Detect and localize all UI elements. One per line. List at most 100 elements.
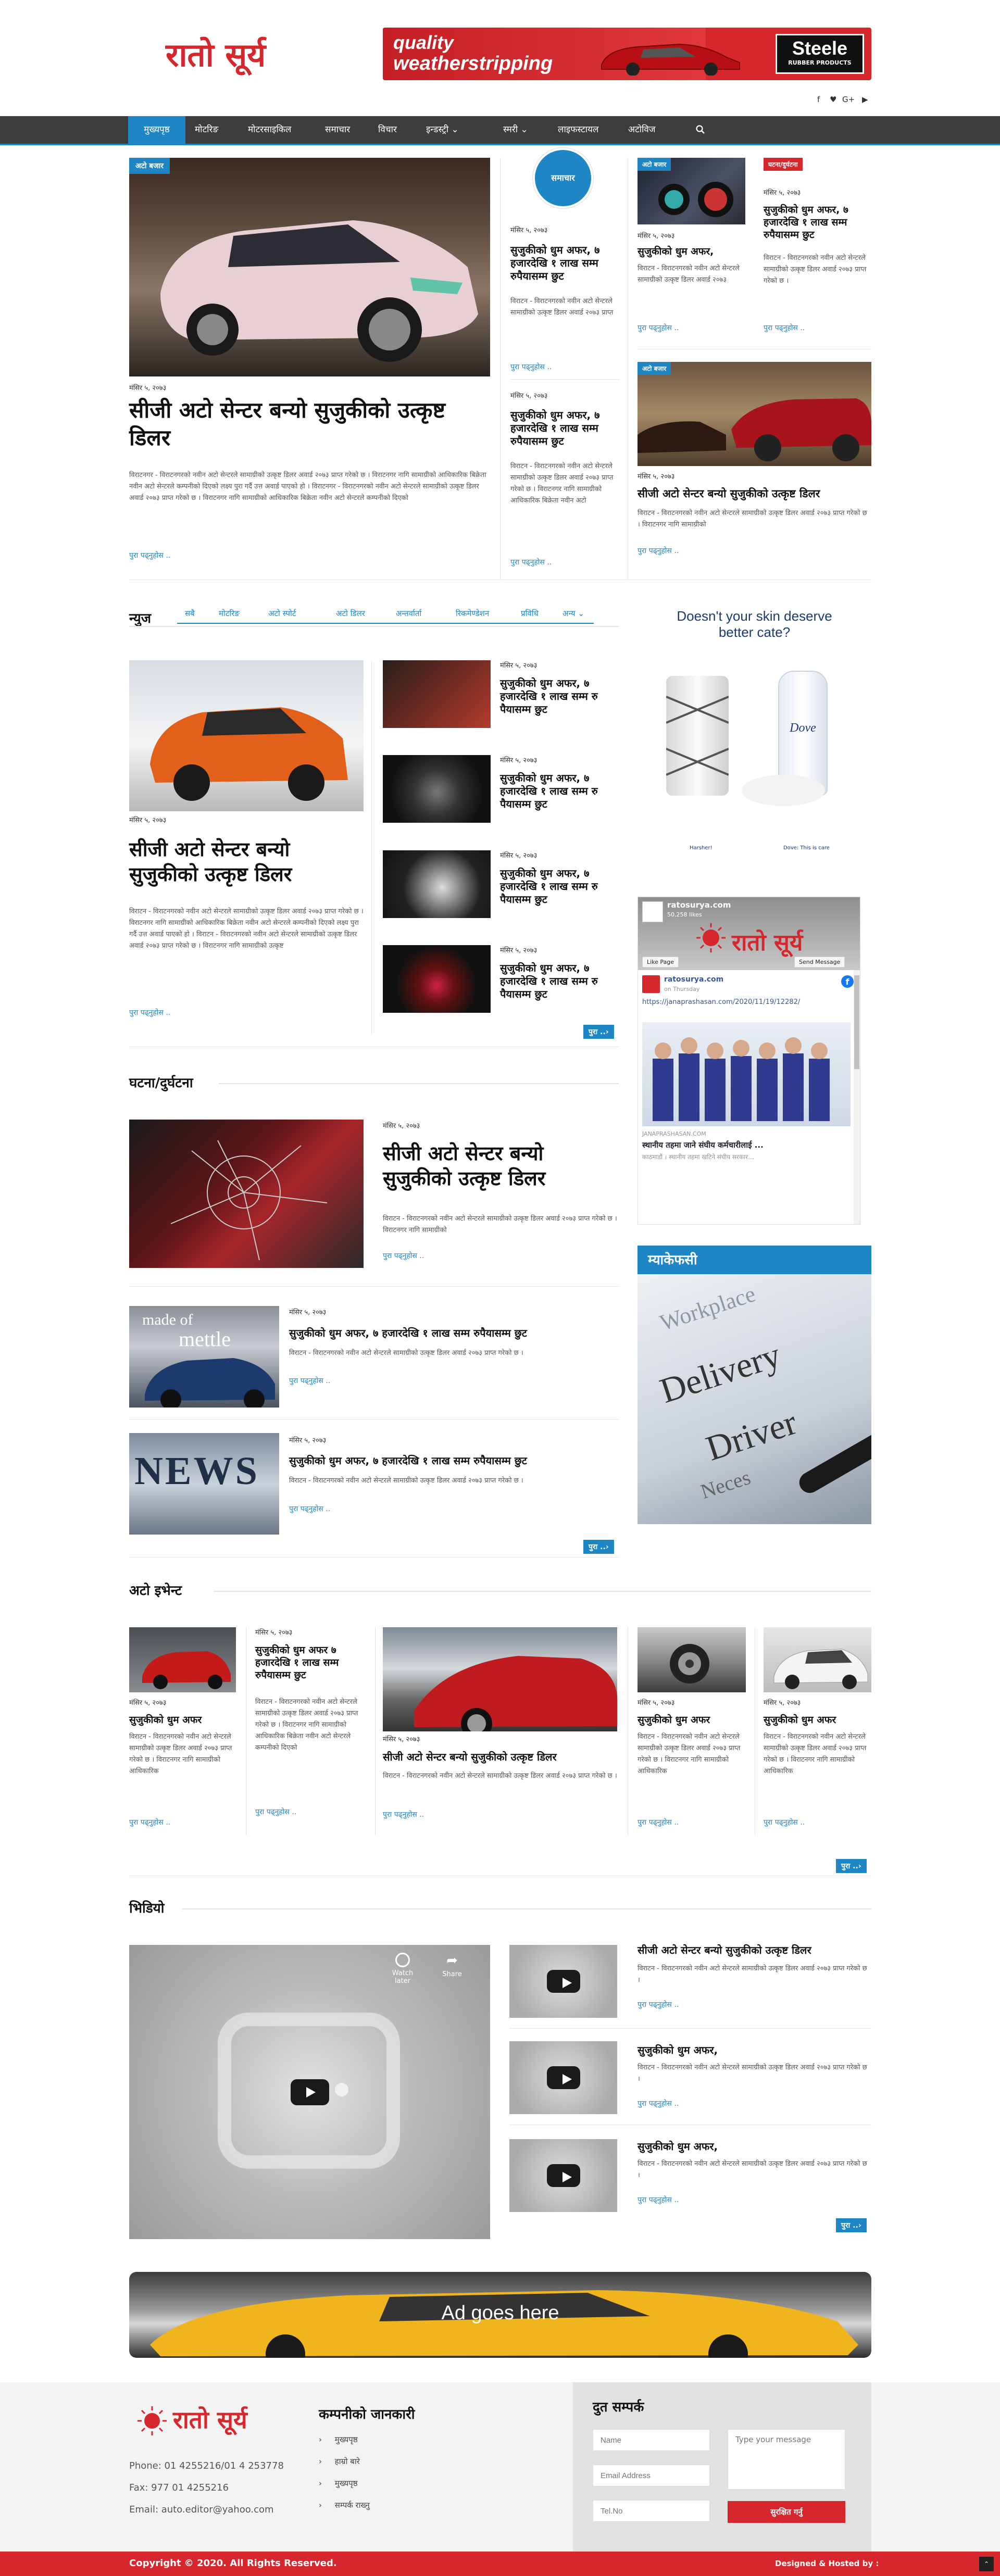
fb-post-title[interactable]: स्थानीय तहमा जाने संघीय कर्मचारीलाई ... [642, 1140, 851, 1150]
news-list-title-1[interactable]: सुजुकीको धुम अफर, ७ हजारदेखि १ लाख सम्म … [500, 677, 615, 716]
nav-smari[interactable]: स्मरी ⌄ [495, 116, 536, 144]
dove-ad[interactable]: Doesn't your skin deserve better cate? D… [638, 608, 871, 863]
right-c-title[interactable]: सीजी अटो सेन्टर बन्यो सुजुकीको उत्कृष्ट … [638, 487, 871, 500]
nav-news[interactable]: समाचार [317, 116, 358, 144]
autoevent-title-3[interactable]: सीजी अटो सेन्टर बन्यो सुजुकीको उत्कृष्ट … [383, 1751, 617, 1764]
ghatana-main-headline[interactable]: सीजी अटो सेन्टर बन्यो सुजुकीको उत्कृष्ट … [383, 1141, 617, 1191]
fb-page-name[interactable]: ratosurya.com [667, 900, 731, 910]
contact-tel-input[interactable] [593, 2500, 710, 2522]
ghatana-main-image[interactable] [129, 1120, 364, 1268]
ghatana-main-more[interactable]: पुरा पढ्नुहोस .. [383, 1251, 424, 1261]
news-tab-tech[interactable]: प्रविधि [521, 608, 539, 619]
ghatana-list-title-1[interactable]: सुजुकीको धुम अफर, ७ हजारदेखि १ लाख सम्म … [289, 1327, 617, 1340]
nav-motorcycle[interactable]: मोटरसाइकिल [240, 116, 299, 144]
hero-image[interactable]: अटो बजार [129, 158, 490, 376]
site-logo[interactable]: रातो सूर्य [166, 32, 266, 76]
news-main-image[interactable] [129, 660, 364, 811]
news-tab-autodealer[interactable]: अटो डिलर [336, 608, 365, 619]
video-more-button[interactable]: पुरा ..› [836, 2218, 867, 2232]
news-tab-autosport[interactable]: अटो स्पोर्ट [268, 608, 296, 619]
samachar-more-2[interactable]: पुरा पढ्नुहोस .. [510, 557, 552, 567]
contact-submit-button[interactable]: सुरक्षित गर्नु [728, 2501, 845, 2523]
youtube-icon[interactable]: ▶ [862, 95, 868, 104]
watch-later-icon[interactable]: Watch later [384, 1953, 421, 1985]
video-more-3[interactable]: पुरा पढ्नुहोस .. [638, 2195, 679, 2205]
samachar-badge[interactable]: समाचार [533, 148, 593, 208]
nav-lifestyle[interactable]: लाइफस्टायल [549, 116, 607, 144]
footer-link-2[interactable]: › हाम्रो बारे [319, 2456, 360, 2467]
search-icon[interactable] [688, 116, 714, 144]
side-ad-box[interactable]: म्याकेफसी Workplace Delivery Driver Nece… [638, 1246, 871, 1524]
right-b-title[interactable]: सुजुकीको धुम अफर, ७ हजारदेखि १ लाख सम्म … [764, 204, 871, 241]
video-thumb-play-3[interactable] [546, 2164, 580, 2187]
video-title-2[interactable]: सुजुकीको धुम अफर, [638, 2044, 871, 2057]
nav-home[interactable]: मुख्यपृष्ठ [128, 116, 185, 144]
right-b-more[interactable]: पुरा पढ्नुहोस .. [764, 323, 805, 333]
ghatana-list-image-2[interactable]: NEWS [129, 1433, 279, 1535]
nav-autowiz[interactable]: अटोविज [620, 116, 664, 144]
footer-link-4[interactable]: › सम्पर्क राख्नु [319, 2500, 370, 2510]
autoevent-more-2[interactable]: पुरा पढ्नुहोस .. [255, 1807, 296, 1817]
autoevent-title-5[interactable]: सुजुकीको धुम अफर [764, 1714, 871, 1727]
video-more-1[interactable]: पुरा पढ्नुहोस .. [638, 2000, 679, 2009]
right-a-tag[interactable]: अटो बजार [638, 158, 671, 171]
video-thumb-2[interactable] [509, 2041, 617, 2114]
video-thumb-play-2[interactable] [546, 2066, 580, 2089]
video-thumb-3[interactable] [509, 2139, 617, 2212]
video-play-button[interactable] [290, 2079, 329, 2105]
ghatana-list-title-2[interactable]: सुजुकीको धुम अफर, ७ हजारदेखि १ लाख सम्म … [289, 1454, 617, 1467]
top-banner-ad[interactable]: quality weatherstripping Steele RUBBER P… [383, 28, 871, 80]
hero-tag[interactable]: अटो बजार [129, 158, 170, 174]
autoevent-title-4[interactable]: सुजुकीको धुम अफर [638, 1714, 746, 1727]
video-thumb-play-1[interactable] [546, 1970, 580, 1993]
autoevent-title-1[interactable]: सुजुकीको धुम अफर [129, 1714, 236, 1727]
samachar-title-1[interactable]: सुजुकीको धुम अफर, ७ हजारदेखि १ लाख सम्म … [510, 244, 620, 283]
ghatana-list-more-2[interactable]: पुरा पढ्नुहोस .. [289, 1504, 330, 1514]
fb-send-button[interactable]: Send Message [794, 957, 845, 967]
autoevent-more-1[interactable]: पुरा पढ्नुहोस .. [129, 1817, 170, 1827]
share-icon[interactable]: ➦ Share [436, 1953, 468, 1978]
autoevent-image-5[interactable] [764, 1627, 871, 1692]
news-list-image-1[interactable] [383, 660, 491, 728]
footer-link-1[interactable]: › मुख्यपृष्ठ [319, 2434, 358, 2445]
hero-more-link[interactable]: पुरा पढ्नुहोस .. [129, 550, 170, 560]
bottom-ad-banner[interactable]: Ad goes here [129, 2272, 871, 2358]
autoevent-more-button[interactable]: पुरा ..› [836, 1859, 867, 1873]
footer-email[interactable]: Email: auto.editor@yahoo.com [129, 2504, 274, 2515]
video-player[interactable]: Watch later ➦ Share [129, 1945, 490, 2239]
right-a-title[interactable]: सुजुकीको धुम अफर, [638, 246, 745, 258]
autoevent-image-1[interactable] [129, 1627, 236, 1692]
video-thumb-1[interactable] [509, 1945, 617, 2018]
autoevent-more-5[interactable]: पुरा पढ्नुहोस .. [764, 1817, 805, 1827]
fb-like-button[interactable]: Like Page [642, 957, 679, 967]
news-tab-other[interactable]: अन्य ⌄ [562, 608, 584, 619]
news-list-title-4[interactable]: सुजुकीको धुम अफर, ७ हजारदेखि १ लाख सम्म … [500, 962, 615, 1001]
ghatana-list-image-1[interactable]: made of mettle [129, 1306, 279, 1408]
contact-email-input[interactable] [593, 2465, 710, 2486]
news-list-image-2[interactable] [383, 755, 491, 823]
right-b-tag[interactable]: घटना/दुर्घटना [764, 158, 803, 171]
autoevent-title-2[interactable]: सुजुकीको धुम अफर ७ हजारदेखि १ लाख सम्म र… [255, 1644, 367, 1681]
news-list-title-3[interactable]: सुजुकीको धुम अफर, ७ हजारदेखि १ लाख सम्म … [500, 867, 615, 906]
footer-link-3[interactable]: › मुख्यपृष्ठ [319, 2478, 358, 2489]
hero-headline[interactable]: सीजी अटो सेन्टर बन्यो सुजुकीको उत्कृष्ट … [129, 397, 490, 451]
ghatana-more-button[interactable]: पुरा ..› [583, 1540, 614, 1554]
right-c-tag[interactable]: अटो बजार [638, 362, 671, 375]
news-tab-recommend[interactable]: रिकमेण्डेशन [456, 608, 489, 619]
news-list-title-2[interactable]: सुजुकीको धुम अफर, ७ हजारदेखि १ लाख सम्म … [500, 772, 615, 811]
news-tab-all[interactable]: सबै [185, 608, 195, 619]
contact-message-textarea[interactable] [728, 2429, 845, 2490]
google-plus-icon[interactable]: G+ [842, 95, 855, 104]
fb-post-name[interactable]: ratosurya.com [664, 975, 723, 984]
news-tab-interview[interactable]: अन्तर्वार्ता [396, 608, 421, 619]
fb-scrollbar[interactable] [854, 970, 860, 1224]
news-tab-motoring[interactable]: मोटरिङ [219, 608, 240, 619]
right-c-image[interactable]: अटो बजार [638, 362, 871, 466]
right-a-more[interactable]: पुरा पढ्नुहोस .. [638, 323, 679, 333]
autoevent-more-3[interactable]: पुरा पढ्नुहोस .. [383, 1810, 424, 1819]
right-c-more[interactable]: पुरा पढ्नुहोस .. [638, 546, 679, 556]
samachar-more-1[interactable]: पुरा पढ्नुहोस .. [510, 362, 552, 372]
fb-post-link[interactable]: https://janaprashasan.com/2020/11/19/122… [642, 998, 851, 1006]
nav-opinion[interactable]: विचार [370, 116, 405, 144]
video-more-2[interactable]: पुरा पढ्नुहोस .. [638, 2099, 679, 2108]
